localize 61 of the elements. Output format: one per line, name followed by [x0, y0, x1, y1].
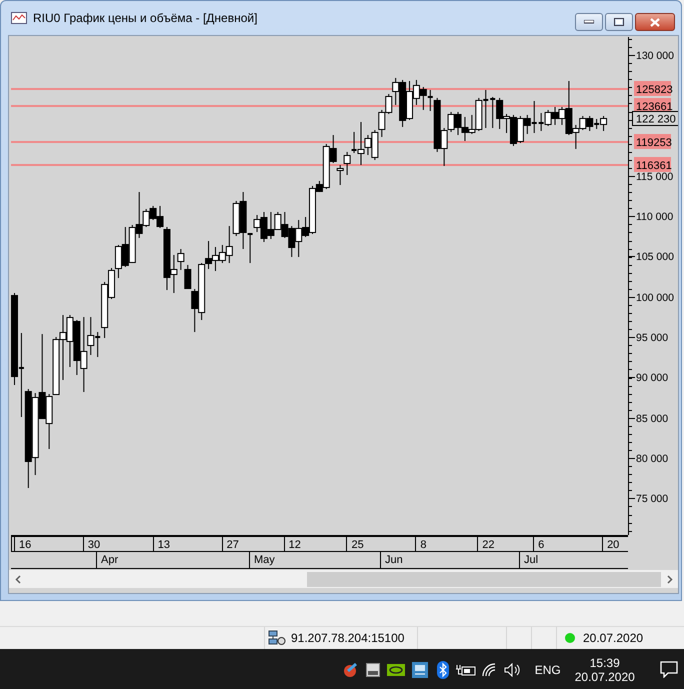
date-label: 30 [82, 537, 153, 551]
app-chart-icon [11, 12, 27, 24]
axis-label: 110 000 [636, 211, 674, 223]
candlestick [184, 264, 192, 290]
month-label: Jul [519, 552, 628, 568]
date-label: 16 [14, 537, 83, 551]
date-label: 25 [346, 537, 416, 551]
axis-label: 90 000 [636, 372, 668, 384]
candlestick [246, 232, 254, 264]
clock-time: 15:39 [590, 656, 620, 670]
clock[interactable]: 15:39 20.07.2020 [568, 656, 641, 684]
axis-label: 130 000 [636, 50, 674, 62]
minimize-button[interactable] [575, 13, 603, 31]
axis-label: 100 000 [636, 292, 674, 304]
level-price-tag: 119253 [634, 134, 672, 149]
date-label: 22 [477, 537, 534, 551]
axis-label: 105 000 [636, 251, 674, 263]
candlestick [336, 164, 344, 186]
speaker-icon [504, 662, 522, 676]
candlestick [426, 89, 434, 112]
speech-bubble-icon [660, 661, 678, 678]
close-icon [650, 18, 660, 26]
candlestick [489, 96, 496, 129]
current-price-tag: 122 230 [632, 111, 678, 126]
axis-label: 95 000 [636, 332, 668, 344]
status-date: 20.07.2020 [583, 631, 644, 645]
month-label: Apr [96, 552, 249, 568]
maximize-button[interactable] [605, 13, 633, 31]
network-adapter-icon [412, 662, 428, 678]
window-icon [366, 662, 380, 676]
brush-icon [342, 662, 358, 678]
month-label: May [249, 552, 380, 568]
date-label: 6 [533, 537, 602, 551]
chevron-left-icon [14, 574, 20, 584]
clock-date: 20.07.2020 [574, 670, 635, 684]
scrollbar-thumb[interactable] [307, 572, 661, 586]
bluetooth-icon [437, 660, 450, 678]
window-title: RIU0 График цены и объёма - [Дневной] [33, 11, 258, 25]
date-label: 20 [602, 537, 628, 551]
axis-label: 80 000 [636, 453, 668, 465]
level-price-tag: 116361 [634, 157, 672, 172]
eye-logo-icon [387, 664, 406, 676]
month-label: Jun [380, 552, 519, 568]
axis-label: 75 000 [636, 493, 668, 505]
axis-label: 115 000 [636, 171, 674, 183]
language-button[interactable]: ENG [534, 662, 561, 676]
minimize-icon [584, 20, 594, 24]
date-label: 12 [284, 537, 346, 551]
axis-label: 85 000 [636, 413, 668, 425]
battery-plug-icon [456, 662, 476, 676]
server-address: 91.207.78.204:15100 [291, 631, 404, 645]
maximize-icon [614, 18, 624, 26]
date-label: 8 [415, 537, 478, 551]
candlestick [177, 248, 184, 270]
close-button[interactable] [635, 13, 675, 31]
date-label: 27 [222, 537, 284, 551]
chevron-right-icon [666, 574, 672, 584]
level-price-tag: 125823 [634, 81, 673, 96]
network-icon [268, 630, 286, 646]
date-label: 13 [152, 537, 222, 551]
candlestick [344, 151, 351, 176]
